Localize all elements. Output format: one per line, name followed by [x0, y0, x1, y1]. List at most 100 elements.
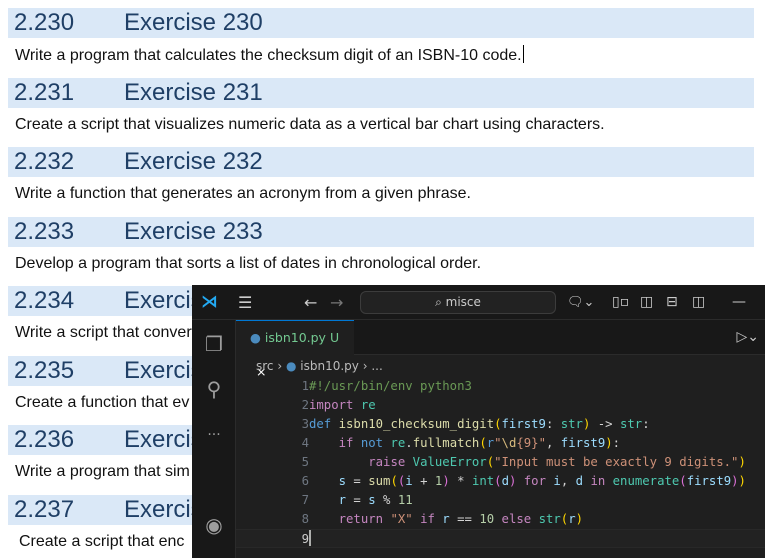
code-token: int	[471, 474, 495, 488]
code-token: 10	[479, 512, 495, 526]
code-line[interactable]: 6 s = sum((i + 1) * int(d) for i, d in e…	[236, 472, 765, 491]
vscode-logo-icon: ⋊	[201, 292, 218, 312]
activity-bar: ❐ ⚲ ··· ◉	[192, 320, 236, 558]
code-token: =	[346, 474, 369, 488]
code-token: str	[620, 417, 643, 431]
code-token: first9	[560, 436, 606, 450]
toggle-panel-icon[interactable]: ⊟	[666, 285, 678, 320]
exercise-description: Write a function that generates an acron…	[15, 184, 471, 204]
account-icon[interactable]: ◉	[202, 513, 226, 537]
exercise-number: 2.237	[14, 495, 75, 523]
line-text: s = sum((i + 1) * int(d) for i, d in enu…	[309, 472, 746, 491]
breadcrumb-symbols[interactable]: ...	[371, 359, 382, 373]
line-text	[309, 530, 311, 549]
code-token: )	[575, 512, 584, 526]
code-line[interactable]: 5 raise ValueError("Input must be exactl…	[236, 453, 765, 472]
code-token: "	[538, 436, 546, 450]
code-line[interactable]: 9	[236, 529, 765, 548]
minimize-icon[interactable]: —	[732, 285, 746, 320]
code-token: +	[412, 474, 435, 488]
description-text: Write a program that calculates the chec…	[15, 47, 522, 64]
toggle-secondary-sidebar-icon[interactable]: ◫	[692, 285, 705, 320]
code-line[interactable]: 2 import re	[236, 396, 765, 415]
description-text: Develop a program that sorts a list of d…	[15, 254, 482, 272]
toggle-sidebar-icon[interactable]: ◫	[640, 285, 653, 320]
code-token: "	[494, 436, 502, 450]
menu-icon[interactable]: ☰	[238, 285, 252, 320]
text-cursor	[309, 530, 311, 546]
code-line[interactable]: 1 #!/usr/bin/env python3	[236, 377, 765, 396]
line-text: import re	[309, 396, 376, 415]
code-token: #!/usr/bin/env python3	[309, 379, 472, 393]
customize-layout-icon[interactable]: ▯▫	[612, 285, 629, 320]
line-number: 7	[301, 493, 309, 507]
line-text: return "X" if r == 10 else str(r)	[309, 510, 583, 529]
code-token: if	[338, 436, 354, 450]
exercise-number: 2.231	[14, 78, 75, 106]
code-token: s	[368, 493, 376, 507]
code-token: (	[390, 474, 398, 488]
exercise-description: Create a function that ev	[15, 393, 189, 413]
run-button[interactable]: ▷⌄	[737, 320, 760, 355]
description-text: Write a program that sim	[15, 463, 190, 480]
code-token: .	[405, 436, 413, 450]
code-token: r	[338, 493, 347, 507]
code-line[interactable]: 7 r = s % 11	[236, 491, 765, 510]
code-token: :	[612, 436, 621, 450]
code-token: str	[560, 417, 583, 431]
code-line[interactable]: 3 def isbn10_checksum_digit(first9: str) …	[236, 415, 765, 434]
code-token: str	[538, 512, 561, 526]
back-arrow-icon[interactable]: ←	[304, 285, 317, 320]
code-token: 11	[397, 493, 413, 507]
code-token: sum	[368, 474, 391, 488]
code-token: ==	[449, 512, 480, 526]
description-text: Write a function that generates an acron…	[15, 185, 471, 202]
code-line[interactable]: 4 if not re.fullmatch(r"\d{9}", first9):	[236, 434, 765, 453]
code-token: *	[449, 474, 472, 488]
code-token: ->	[590, 417, 620, 431]
code-token: d	[501, 474, 509, 488]
exercise-title: Exercise 232	[124, 148, 263, 175]
exercise-heading: 2.231 Exercise 231	[8, 77, 754, 108]
command-center-search[interactable]: ⌕ misce	[360, 291, 556, 314]
exercise-number: 2.234	[14, 287, 75, 314]
tab-isbn10[interactable]: ● isbn10.py U ×	[236, 320, 354, 379]
search-icon[interactable]: ⚲	[202, 377, 226, 401]
line-text: raise ValueError("Input must be exactly …	[309, 453, 746, 472]
code-token: fullmatch	[412, 436, 480, 450]
code-token: :	[545, 417, 561, 431]
code-token: ValueError	[412, 455, 487, 469]
line-number: 6	[301, 474, 309, 488]
code-token: first9	[501, 417, 546, 431]
search-icon: ⌕	[435, 295, 446, 309]
code-token: \d	[501, 436, 517, 450]
breadcrumb-file[interactable]: isbn10.py	[300, 359, 359, 373]
exercise-number: 2.233	[14, 217, 75, 245]
text-cursor	[522, 45, 524, 63]
search-text: misce	[445, 295, 481, 309]
breadcrumb-folder[interactable]: src	[256, 359, 274, 373]
exercise-heading: 2.230 Exercise 230	[8, 8, 754, 38]
exercise-description: Develop a program that sorts a list of d…	[15, 254, 481, 274]
code-token: re	[390, 436, 406, 450]
line-number: 3	[301, 417, 309, 431]
code-token: ,	[560, 474, 576, 488]
chat-icon[interactable]: 🗨⌄	[567, 285, 594, 320]
code-line[interactable]: 8 return "X" if r == 10 else str(r)	[236, 510, 765, 529]
code-token: (	[679, 474, 687, 488]
line-number: 4	[301, 436, 309, 450]
forward-arrow-icon[interactable]: →	[330, 285, 343, 320]
exercise-description: Create a script that visualizes numeric …	[15, 115, 605, 135]
code-token: (	[486, 455, 495, 469]
code-token: ,	[545, 436, 561, 450]
code-token: )	[731, 474, 739, 488]
more-icon[interactable]: ···	[202, 423, 226, 447]
explorer-icon[interactable]: ❐	[202, 332, 226, 356]
code-editor[interactable]: 1 #!/usr/bin/env python3 2 import re 3 def is…	[236, 377, 765, 548]
exercise-description: Create a script that enc	[19, 532, 184, 552]
